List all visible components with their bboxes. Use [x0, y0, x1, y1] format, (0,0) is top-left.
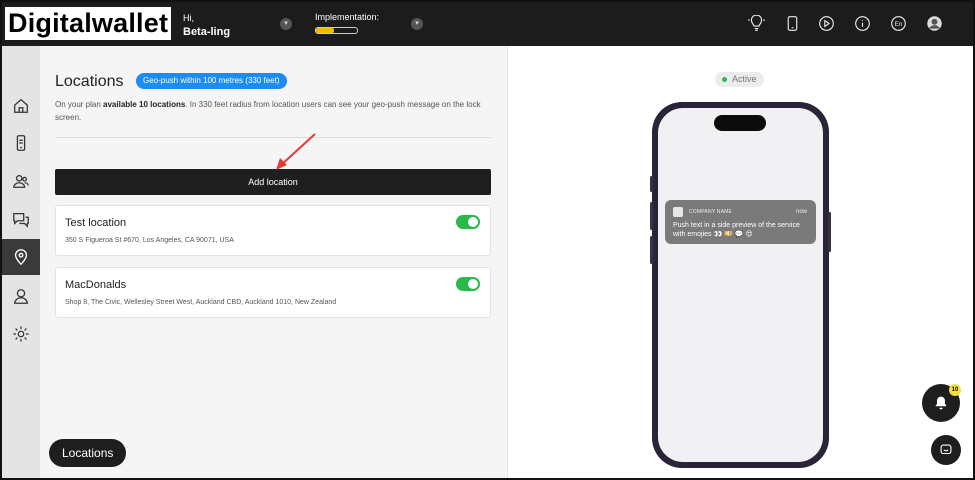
user-name: Beta-ling: [183, 26, 231, 38]
toggle-knob: [468, 279, 478, 289]
logo: Digitalwallet: [5, 7, 172, 40]
language-code: En: [895, 21, 903, 28]
phone-button: [650, 236, 653, 264]
app-icon: [673, 207, 683, 217]
play-icon[interactable]: [818, 15, 835, 32]
annotation-arrow: [276, 133, 316, 170]
location-address: 350 S Figueroa St #670, Los Angeles, CA …: [65, 237, 234, 244]
phone-icon[interactable]: [784, 15, 801, 32]
chat-icon: [13, 212, 29, 228]
greeting-text: Hi,: [183, 13, 194, 23]
phone-preview: COMPANY NAME now Push text in a side pre…: [650, 102, 831, 468]
phone-screen: COMPANY NAME now Push text in a side pre…: [658, 108, 823, 462]
avatar[interactable]: [926, 15, 943, 32]
app-frame: Digitalwallet Hi, Beta-ling ▾ Implementa…: [0, 0, 975, 480]
notification-company: COMPANY NAME: [689, 209, 733, 215]
sidebar-item-locations[interactable]: [2, 239, 40, 275]
users-icon: [13, 174, 29, 188]
user-greeting[interactable]: Hi, Beta-ling: [183, 12, 230, 40]
preview-panel: Active COMPANY NAME now Push text in a s…: [507, 46, 973, 478]
phone-button: [650, 202, 653, 230]
language-icon[interactable]: En: [890, 15, 907, 32]
top-bar: Digitalwallet Hi, Beta-ling ▾ Implementa…: [2, 2, 973, 46]
implementation-chevron-icon[interactable]: ▾: [411, 18, 423, 30]
sidebar-item-profile[interactable]: [2, 278, 40, 314]
location-name: MacDonalds: [65, 279, 127, 291]
implementation-progress-fill: [316, 28, 335, 33]
locations-pill[interactable]: Locations: [49, 439, 127, 467]
support-chat-button[interactable]: [931, 435, 961, 465]
location-card[interactable]: MacDonalds Shop 8, The Civic, Wellesley …: [55, 267, 491, 318]
sidebar-item-users[interactable]: [2, 163, 40, 199]
notification-time: now: [795, 209, 807, 215]
user-menu-chevron-icon[interactable]: ▾: [280, 18, 292, 30]
status-dot: [722, 77, 727, 82]
phone-button: [650, 176, 653, 192]
sidebar-item-messages[interactable]: [2, 201, 40, 237]
location-toggle[interactable]: [456, 215, 480, 229]
page-title: Locations: [55, 73, 124, 90]
dynamic-island: [714, 115, 766, 131]
info-icon[interactable]: [854, 15, 871, 32]
location-address: Shop 8, The Civic, Wellesley Street West…: [65, 299, 337, 306]
locations-panel: Locations Geo-push within 100 metres (33…: [40, 46, 507, 478]
desc-prefix: On your plan: [55, 100, 104, 109]
sidebar: [2, 46, 40, 478]
plan-description: On your plan available 10 locations. In …: [55, 98, 485, 124]
phone-button: [828, 212, 831, 252]
implementation-label: Implementation:: [315, 12, 380, 22]
location-toggle[interactable]: [456, 277, 480, 291]
geo-push-badge: Geo-push within 100 metres (330 feet): [136, 73, 287, 89]
sidebar-item-device[interactable]: [2, 125, 40, 161]
home-icon: [14, 98, 28, 113]
implementation-progress: [315, 27, 358, 34]
notification-count-badge: 10: [949, 384, 961, 396]
toggle-knob: [468, 217, 478, 227]
location-pin-icon: [14, 249, 28, 266]
location-name: Test location: [65, 217, 127, 229]
profile-icon: [14, 289, 28, 304]
desc-bold: available 10 locations: [103, 100, 186, 109]
notification-message: Push text in a side preview of the servi…: [673, 222, 800, 238]
location-card[interactable]: Test location 350 S Figueroa St #670, Lo…: [55, 205, 491, 256]
gear-icon: [13, 326, 29, 342]
push-notification: COMPANY NAME now Push text in a side pre…: [665, 200, 816, 244]
bell-icon: [935, 396, 947, 410]
status-badge: Active: [715, 72, 764, 87]
lightbulb-icon[interactable]: [748, 14, 765, 32]
sidebar-item-settings[interactable]: [2, 316, 40, 352]
add-location-button[interactable]: Add location: [55, 169, 491, 195]
chat-bubble-icon: [940, 444, 952, 455]
sidebar-item-home[interactable]: [2, 88, 40, 124]
device-icon: [16, 135, 26, 151]
status-text: Active: [732, 74, 757, 84]
